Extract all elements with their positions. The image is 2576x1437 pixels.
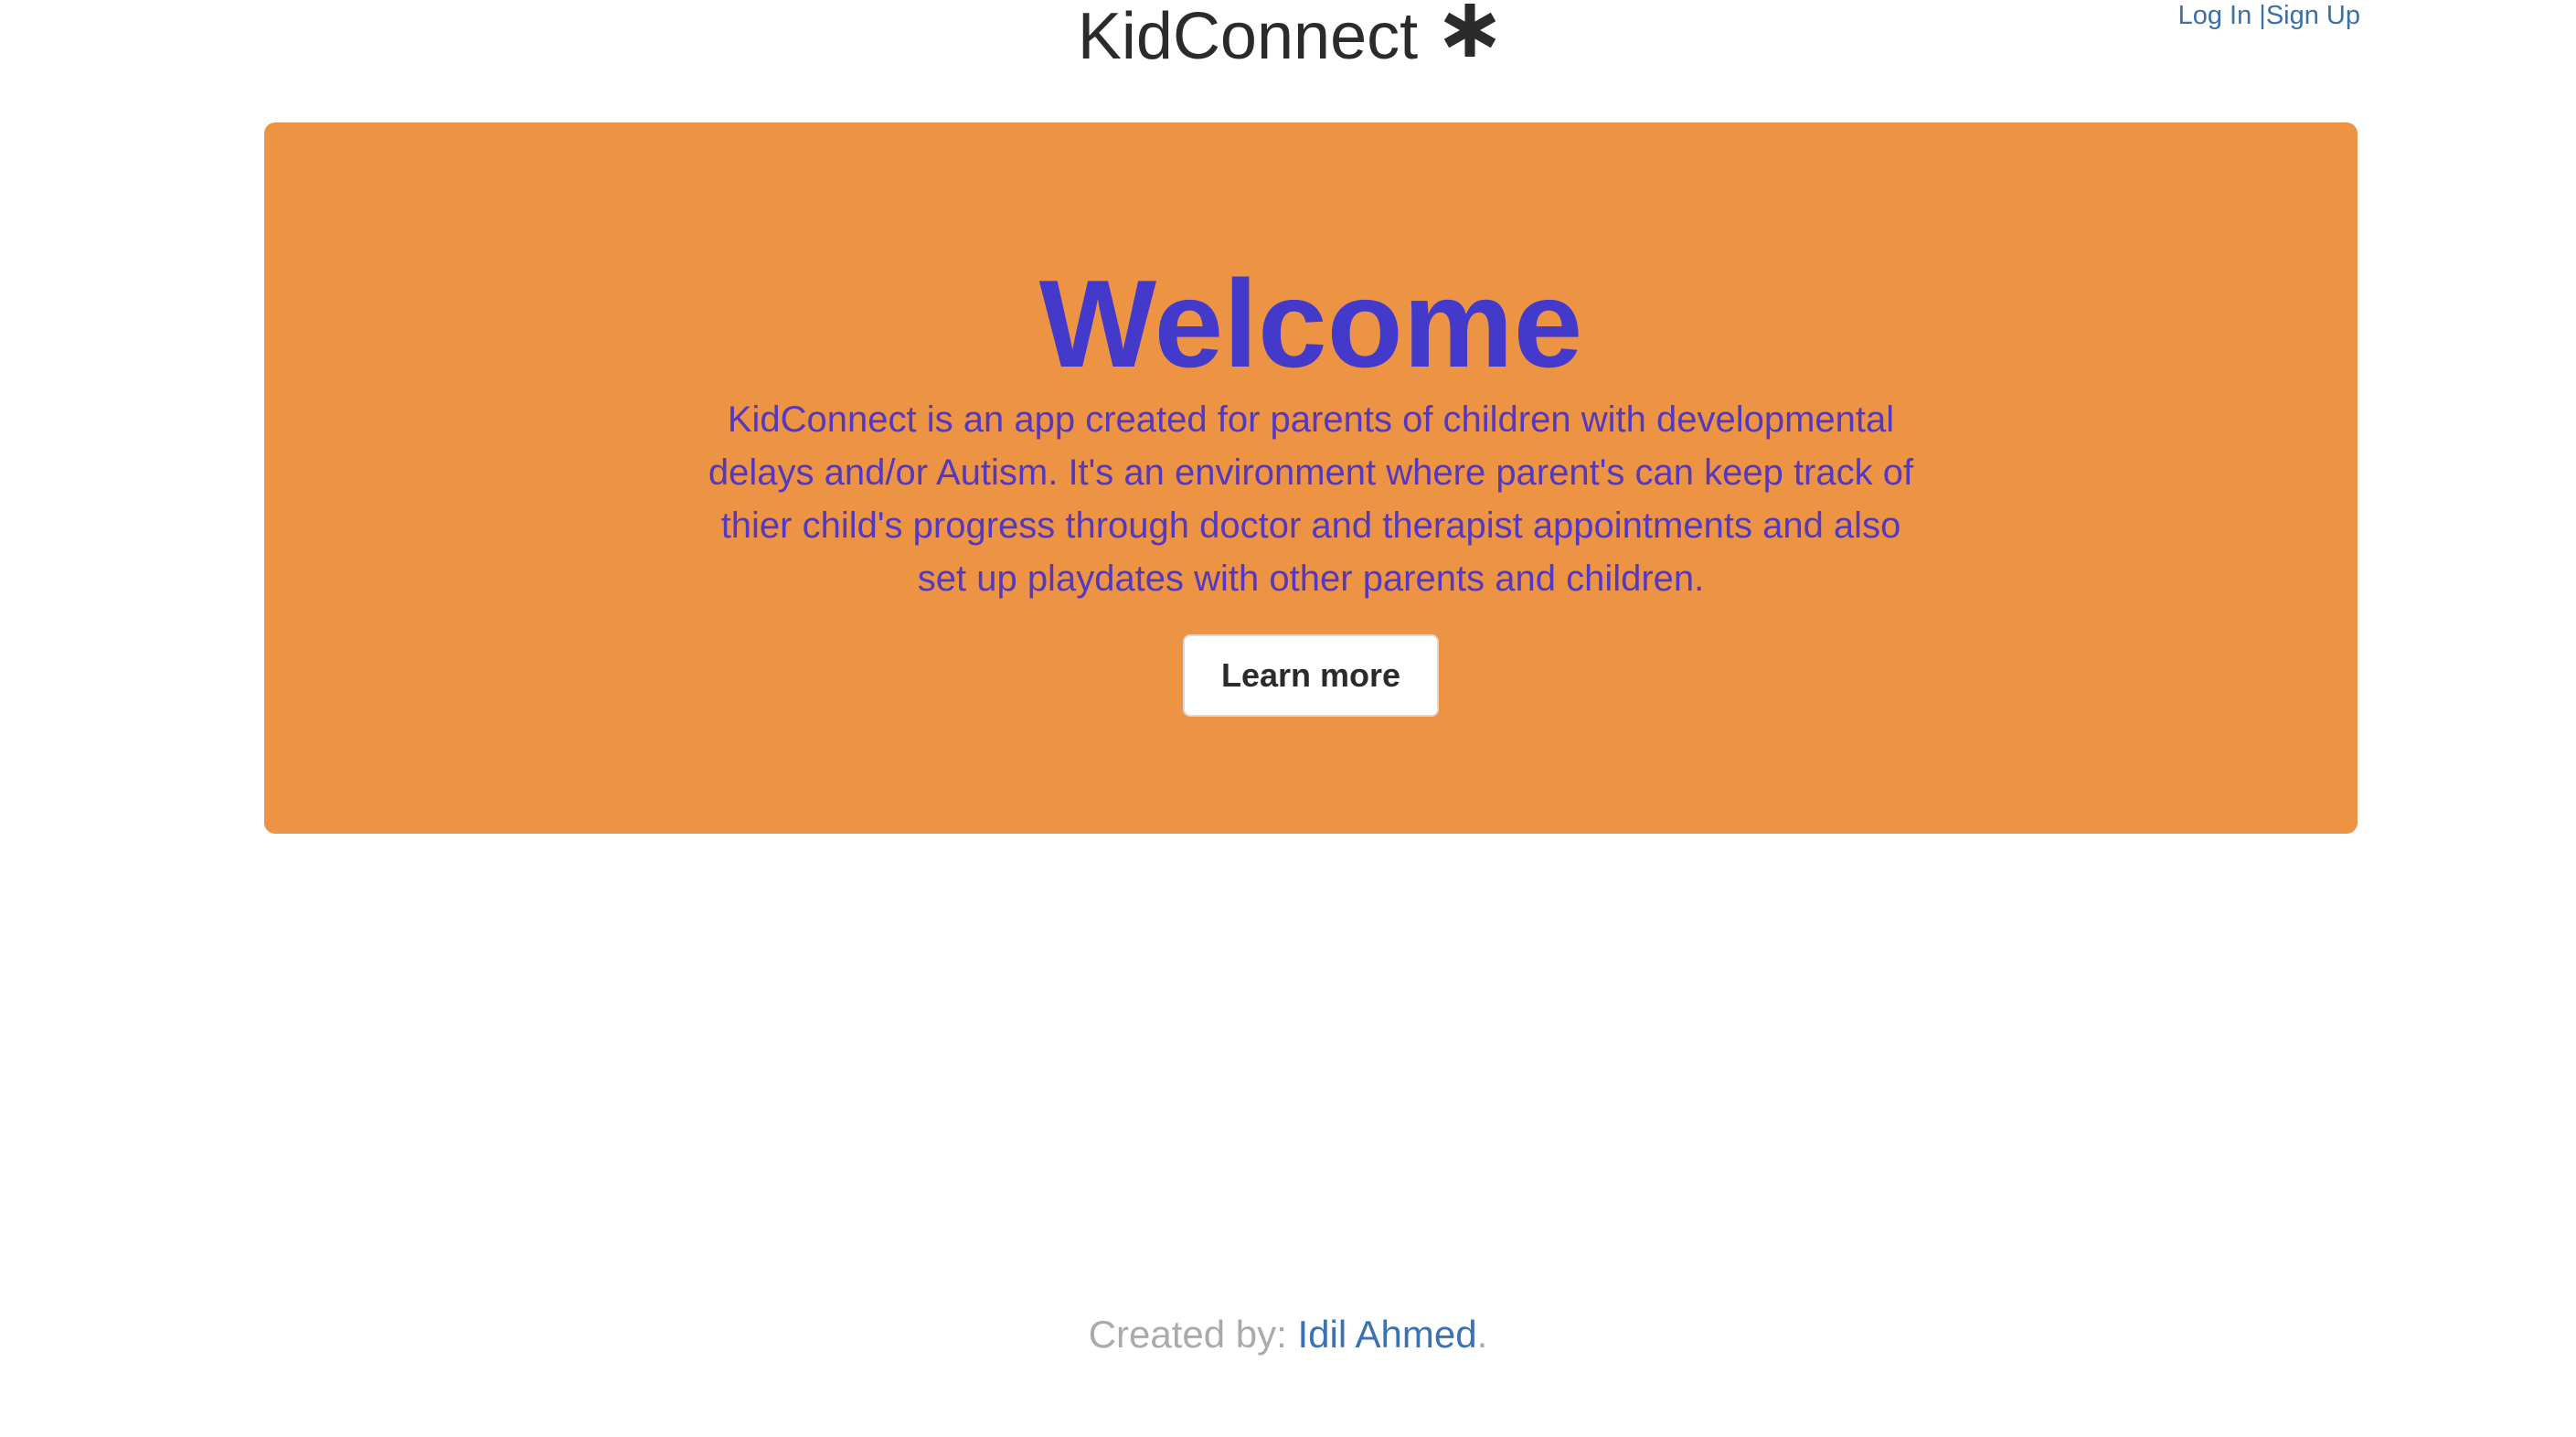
footer-prefix: Created by: bbox=[1088, 1313, 1298, 1356]
brand-name: KidConnect bbox=[1077, 0, 1419, 73]
hero-title: Welcome bbox=[1038, 254, 1583, 393]
footer: Created by: Idil Ahmed. bbox=[0, 1309, 2576, 1360]
header: KidConnect Log In |Sign Up bbox=[0, 0, 2576, 91]
auth-separator: | bbox=[2259, 1, 2266, 30]
footer-suffix: . bbox=[1476, 1313, 1488, 1356]
author-link[interactable]: Idil Ahmed bbox=[1298, 1313, 1477, 1356]
learn-more-button[interactable]: Learn more bbox=[1183, 634, 1439, 717]
signup-link[interactable]: Sign Up bbox=[2266, 1, 2360, 30]
hero-jumbotron: Welcome KidConnect is an app created for… bbox=[264, 122, 2358, 834]
asterisk-icon bbox=[1443, 4, 1496, 57]
auth-links: Log In |Sign Up bbox=[2178, 0, 2360, 31]
login-link[interactable]: Log In bbox=[2178, 1, 2252, 30]
hero-description: KidConnect is an app created for parents… bbox=[708, 399, 1914, 599]
